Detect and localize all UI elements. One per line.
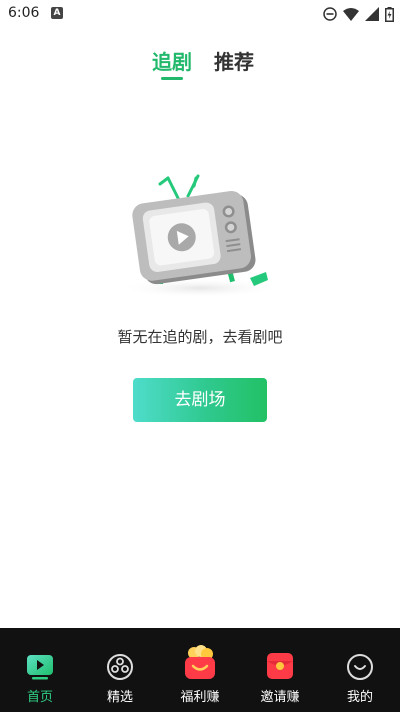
nav-label-profile: 我的 <box>346 690 373 705</box>
status-icons <box>323 5 394 23</box>
nav-item-invite[interactable]: 邀请赚 <box>240 628 320 712</box>
nav-label-home: 首页 <box>26 690 53 705</box>
nav-item-rewards[interactable]: 福利赚 <box>160 628 240 712</box>
battery-icon <box>385 6 394 22</box>
active-tab-indicator <box>161 77 183 80</box>
nav-item-home[interactable]: 首页 <box>0 628 80 712</box>
film-reel-icon <box>107 654 133 680</box>
tab-following[interactable]: 追剧 <box>152 46 192 75</box>
smile-icon <box>347 654 373 680</box>
status-bar: 6:06 A <box>0 0 400 28</box>
do-not-disturb-icon <box>323 7 337 21</box>
go-to-theater-button[interactable]: 去剧场 <box>133 378 267 422</box>
notification-icon: A <box>51 7 63 19</box>
nav-label-featured: 精选 <box>106 690 133 705</box>
wifi-icon <box>343 8 359 21</box>
top-tabs: 追剧 推荐 <box>0 46 400 86</box>
coin-bag-icon <box>185 645 215 679</box>
nav-item-featured[interactable]: 精选 <box>80 628 160 712</box>
red-envelope-icon <box>267 653 293 679</box>
nav-item-profile[interactable]: 我的 <box>320 628 400 712</box>
status-time: 6:06 <box>8 5 40 21</box>
tv-illustration <box>118 174 282 298</box>
nav-label-invite: 邀请赚 <box>260 690 300 705</box>
bottom-nav: 首页 精选 福利赚 邀请赚 我的 <box>0 628 400 712</box>
home-tv-icon <box>27 655 53 680</box>
tab-recommend[interactable]: 推荐 <box>214 46 254 75</box>
nav-label-rewards: 福利赚 <box>180 690 220 705</box>
signal-icon <box>365 7 379 21</box>
empty-state-message: 暂无在追的剧，去看剧吧 <box>117 328 283 346</box>
